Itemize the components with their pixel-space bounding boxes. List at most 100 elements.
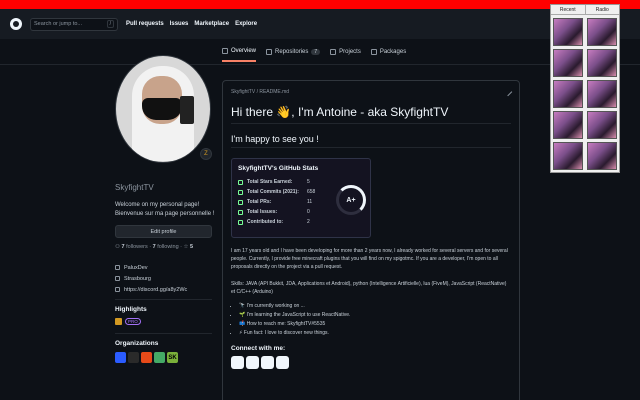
popup-thumbnail[interactable] xyxy=(587,49,617,77)
list-item: 🔭 I'm currently working on ... xyxy=(239,302,511,311)
organization-initials: SK xyxy=(168,354,177,361)
stats-value: 2 xyxy=(307,219,310,225)
youtube-social-icon[interactable] xyxy=(261,356,274,369)
popup-thumbnail[interactable] xyxy=(553,18,583,46)
stats-label: Total Commits (2021): xyxy=(247,189,299,195)
star-icon: ☆ xyxy=(183,244,189,250)
edit-profile-button[interactable]: Edit profile xyxy=(115,225,212,238)
tab-overview[interactable]: Overview xyxy=(222,48,257,62)
nav-pull-requests[interactable]: Pull requests xyxy=(126,21,164,27)
follow-stats: ⚇ 7 followers · 7 following · ☆ 5 xyxy=(115,244,194,250)
popup-thumbnail[interactable] xyxy=(587,80,617,108)
stats-grade: A+ xyxy=(346,196,356,204)
tab-repositories[interactable]: Repositories 7 xyxy=(266,48,321,62)
link-text[interactable]: https://discord.gg/a8y2Wc xyxy=(124,287,187,293)
stats-grade-ring: A+ xyxy=(336,185,366,215)
organization-avatar-sk[interactable]: SK xyxy=(167,352,178,363)
status-emoji-button[interactable]: Z xyxy=(200,148,212,160)
followers-label[interactable]: followers xyxy=(126,244,148,250)
stats-value: 11 xyxy=(307,199,313,205)
stats-value: 658 xyxy=(307,189,316,195)
organizations-list: SK xyxy=(115,352,178,363)
project-icon xyxy=(330,49,337,55)
popup-thumbnail[interactable] xyxy=(587,142,617,170)
tab-count: 7 xyxy=(311,49,321,55)
header-nav: Pull requests Issues Marketplace Explore xyxy=(126,21,257,27)
organization-avatar[interactable] xyxy=(115,352,126,363)
tab-label: Projects xyxy=(339,49,361,55)
vcard-company: PaluxDev xyxy=(115,262,187,273)
pr-icon xyxy=(238,199,243,205)
sidebar-divider xyxy=(115,299,212,300)
profile-tabs: Overview Repositories 7 Projects Packages xyxy=(222,48,406,62)
github-logo-icon[interactable] xyxy=(10,18,22,30)
popup-thumbnail[interactable] xyxy=(553,111,583,139)
popup-tab-recent[interactable]: Recent xyxy=(551,5,585,15)
pro-badge: PRO xyxy=(125,318,141,325)
company-text: PaluxDev xyxy=(124,264,148,271)
pro-highlight: PRO xyxy=(115,318,141,325)
github-stats-card: SkyfightTV's GitHub Stats Total Stars Ea… xyxy=(231,158,371,238)
organization-avatar[interactable] xyxy=(128,352,139,363)
following-count[interactable]: 7 xyxy=(153,244,156,250)
package-icon xyxy=(370,49,377,55)
popup-thumbnail[interactable] xyxy=(553,80,583,108)
tab-packages[interactable]: Packages xyxy=(370,48,407,62)
location-icon xyxy=(115,276,120,281)
discord-social-icon[interactable] xyxy=(276,356,289,369)
highlights-heading: Highlights xyxy=(115,306,147,313)
search-input[interactable]: Search or jump to... / xyxy=(30,17,118,31)
tab-projects[interactable]: Projects xyxy=(330,48,361,62)
link-icon xyxy=(115,287,120,292)
tab-label: Packages xyxy=(379,49,407,55)
top-red-bar xyxy=(0,0,640,9)
popup-thumbnail[interactable] xyxy=(587,111,617,139)
search-shortcut: / xyxy=(106,20,114,28)
profile-username: SkyfightTV xyxy=(115,183,154,192)
readme-heading: Hi there 👋, I'm Antoine - aka SkyfightTV xyxy=(231,105,511,124)
readme-bullet-list: 🔭 I'm currently working on ... 🌱 I'm lea… xyxy=(231,302,511,338)
stats-label: Total Stars Earned: xyxy=(247,179,293,185)
stackoverflow-social-icon[interactable] xyxy=(246,356,259,369)
bullet-text: 📫 How to reach me: SkyfightTV#5535 xyxy=(239,321,326,327)
nav-explore[interactable]: Explore xyxy=(235,21,257,27)
list-item: ⚡ Fun fact: I love to discover new thing… xyxy=(239,329,511,338)
popup-thumbnail[interactable] xyxy=(553,142,583,170)
status-emoji: Z xyxy=(204,151,208,157)
stats-label: Total Issues: xyxy=(247,209,278,215)
issue-icon xyxy=(238,209,243,215)
avatar-mask xyxy=(142,98,182,120)
organization-avatar[interactable] xyxy=(141,352,152,363)
github-social-icon[interactable] xyxy=(231,356,244,369)
list-item: 🌱 I'm learning the JavaScript to use Rea… xyxy=(239,311,511,320)
organization-avatar[interactable] xyxy=(154,352,165,363)
popup-thumbnail[interactable] xyxy=(587,18,617,46)
vcard-link[interactable]: https://discord.gg/a8y2Wc xyxy=(115,284,187,295)
tabs-divider xyxy=(0,64,640,65)
repo-icon xyxy=(266,49,273,55)
stars-count[interactable]: 5 xyxy=(190,244,193,250)
pro-star-icon xyxy=(115,318,122,325)
nav-issues[interactable]: Issues xyxy=(170,21,189,27)
nav-marketplace[interactable]: Marketplace xyxy=(194,21,229,27)
extension-popup: Recent Radio xyxy=(550,4,620,173)
popup-tab-radio[interactable]: Radio xyxy=(584,5,619,15)
avatar[interactable] xyxy=(115,55,211,163)
connect-heading: Connect with me: xyxy=(231,345,286,352)
readme-intro-paragraph: I am 17 years old and I have been develo… xyxy=(231,248,508,270)
bio-line: Welcome on my personal page! xyxy=(115,202,200,208)
tab-label: Overview xyxy=(231,48,257,54)
readme-panel: SkyfightTV / README.md Hi there 👋, I'm A… xyxy=(222,80,520,400)
popup-thumbnail[interactable] xyxy=(553,49,583,77)
profile-bio: Welcome on my personal page! Bienvenue s… xyxy=(115,201,214,219)
stats-label: Contributed to: xyxy=(247,219,284,225)
book-icon xyxy=(222,48,228,54)
avatar-phone xyxy=(180,96,194,124)
vcard-details: PaluxDev Strasbourg https://discord.gg/a… xyxy=(115,262,187,295)
top-header: Search or jump to... / Pull requests Iss… xyxy=(0,9,640,39)
following-label[interactable]: following xyxy=(157,244,178,250)
sidebar-divider xyxy=(115,333,212,334)
readme-path[interactable]: SkyfightTV / README.md xyxy=(231,89,511,95)
repo-icon xyxy=(238,219,243,225)
followers-count[interactable]: 7 xyxy=(121,244,124,250)
